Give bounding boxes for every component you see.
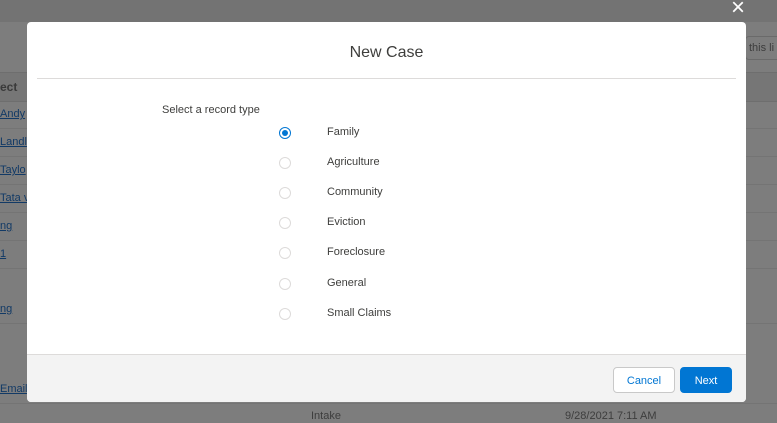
radio-label[interactable]: Eviction xyxy=(327,216,366,228)
background-search-input: this li xyxy=(745,36,777,60)
next-button[interactable]: Next xyxy=(680,367,732,393)
modal-footer: Cancel Next xyxy=(27,354,746,402)
radio-button[interactable] xyxy=(279,157,291,169)
modal-title: New Case xyxy=(349,44,424,61)
close-icon[interactable]: × xyxy=(726,0,750,20)
radio-label[interactable]: Family xyxy=(327,126,359,138)
background-top-bar xyxy=(0,0,777,22)
background-row-link: Email xyxy=(0,383,28,395)
background-row-link: Tata v xyxy=(0,192,30,204)
record-type-label: Select a record type xyxy=(162,104,260,116)
new-case-modal: New Case Select a record type Family Agr… xyxy=(27,22,746,402)
background-row-link: ng xyxy=(0,220,13,232)
radio-button-checked[interactable] xyxy=(279,127,291,139)
radio-button[interactable] xyxy=(279,247,291,259)
background-row-link: Taylo xyxy=(0,164,26,176)
radio-button[interactable] xyxy=(279,187,291,199)
background-row-link: Landl xyxy=(0,136,27,148)
cancel-button[interactable]: Cancel xyxy=(613,367,675,393)
radio-button[interactable] xyxy=(279,308,291,320)
radio-button[interactable] xyxy=(279,217,291,229)
background-status-cell: Intake xyxy=(311,410,341,422)
radio-label[interactable]: Agriculture xyxy=(327,156,380,168)
radio-label[interactable]: Community xyxy=(327,186,383,198)
background-row-link: ng xyxy=(0,303,13,315)
radio-button[interactable] xyxy=(279,278,291,290)
background-header-label: ect xyxy=(0,80,18,94)
radio-label[interactable]: Small Claims xyxy=(327,307,391,319)
radio-label[interactable]: Foreclosure xyxy=(327,246,385,258)
background-row-link: Andy xyxy=(0,108,26,120)
modal-header: New Case xyxy=(37,22,736,79)
radio-label[interactable]: General xyxy=(327,277,366,289)
background-row-link: 1 xyxy=(0,248,7,260)
background-date-cell: 9/28/2021 7:11 AM xyxy=(565,410,657,422)
